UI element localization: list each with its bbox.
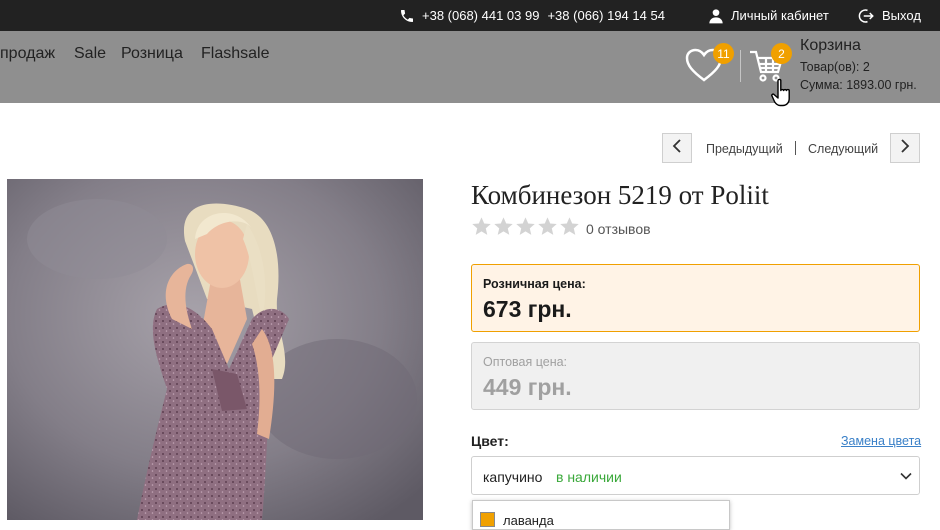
product-title: Комбинезон 5219 от Poliit (471, 180, 769, 210)
cart-items: Товар(ов): 2 (800, 60, 870, 74)
phone-icon (399, 8, 415, 24)
cart-title[interactable]: Корзина (800, 37, 861, 55)
star-icon (537, 216, 558, 242)
main-nav (0, 31, 940, 103)
wishlist-button[interactable]: 11 (684, 43, 734, 84)
phone-number-2[interactable]: +38 (066) 194 14 54 (547, 8, 664, 23)
cart-total: Сумма: 1893.00 грн. (800, 78, 917, 92)
wholesale-price-label: Оптовая цена: (483, 355, 568, 369)
color-change-link[interactable]: Замена цвета (841, 434, 921, 448)
retail-price-label: Розничная цена: (483, 277, 586, 291)
previous-link[interactable]: Предыдущий (706, 142, 783, 156)
nav-link-sale[interactable]: Sale (74, 45, 106, 63)
nav-link-sales[interactable]: продаж (0, 45, 55, 63)
star-icon (493, 216, 514, 242)
product-photo[interactable] (7, 179, 423, 520)
heart-icon (684, 48, 724, 88)
phone-contacts[interactable]: +38 (068) 441 03 99 +38 (066) 194 14 54 (399, 0, 665, 31)
top-bar: +38 (068) 441 03 99 +38 (066) 194 14 54 … (0, 0, 940, 31)
nav-link-flashsale[interactable]: Flashsale (201, 45, 269, 63)
logout-label: Выход (882, 8, 921, 23)
next-button[interactable] (890, 133, 920, 163)
chevron-down-icon (899, 469, 913, 483)
chevron-right-icon (899, 138, 911, 159)
retail-price-box: Розничная цена: 673 грн. (471, 264, 920, 332)
cart-count-badge: 2 (771, 43, 792, 64)
reviews-link[interactable]: 0 отзывов (586, 221, 651, 237)
color-dropdown[interactable]: лаванда (472, 500, 730, 530)
wishlist-count-badge: 11 (713, 43, 734, 64)
account-link[interactable]: Личный кабинет (708, 0, 829, 31)
pager-divider (795, 141, 796, 155)
logout-icon (857, 7, 875, 25)
phone-number-1[interactable]: +38 (068) 441 03 99 (422, 8, 539, 23)
color-option-label[interactable]: лаванда (503, 513, 554, 528)
user-icon (708, 8, 724, 24)
nav-link-retail[interactable]: Розница (121, 45, 183, 63)
chevron-left-icon (671, 138, 683, 159)
stock-status: в наличии (556, 469, 622, 485)
wholesale-price-box: Оптовая цена: 449 грн. (471, 342, 920, 410)
next-link[interactable]: Следующий (808, 142, 878, 156)
retail-price-value: 673 грн. (483, 296, 572, 322)
rating-stars[interactable] (471, 216, 580, 242)
logout-link[interactable]: Выход (857, 0, 921, 31)
star-icon (559, 216, 580, 242)
selected-color: капучино (483, 469, 543, 485)
star-icon (471, 216, 492, 242)
previous-button[interactable] (662, 133, 692, 163)
account-label: Личный кабинет (731, 8, 829, 23)
color-select[interactable]: капучино в наличии (471, 456, 920, 495)
wholesale-price-value: 449 грн. (483, 374, 572, 400)
star-icon (515, 216, 536, 242)
color-label: Цвет: (471, 433, 509, 449)
header-divider (740, 50, 741, 82)
hand-pointer-icon (770, 78, 796, 108)
